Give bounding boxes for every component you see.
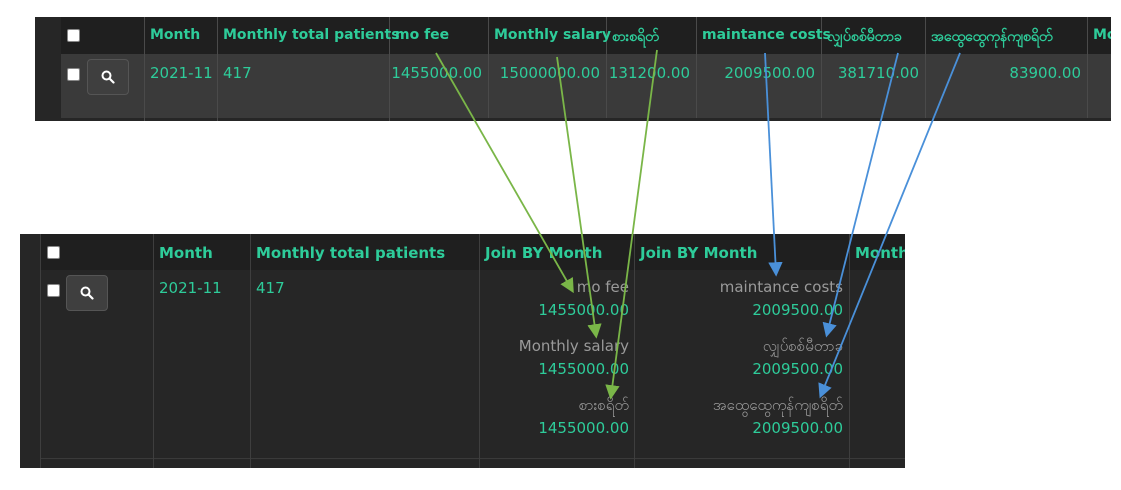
cell-salary: 15000000.00 (489, 54, 607, 118)
join1-label-salary: Monthly salary (518, 337, 629, 355)
header-food[interactable]: စားစရိတ် (612, 27, 659, 48)
cell-mo-fee: 1455000.00 (390, 54, 489, 118)
value-salary: 15000000.00 (499, 64, 600, 82)
search-icon (101, 70, 115, 84)
select-all-checkbox[interactable] (67, 29, 80, 42)
header-salary[interactable]: Monthly salary (494, 27, 611, 43)
header-month[interactable]: Month (150, 27, 200, 43)
join2-value-general: 2009500.00 (752, 419, 843, 437)
b-header-month[interactable]: Month (159, 244, 213, 262)
top-table-row-2: 0000-00 0 (61, 118, 1111, 121)
bottom-table-screenshot: Month Monthly total patients Join BY Mon… (20, 234, 905, 468)
join2-label-electric: လျှပ်စစ်မီတာခ (762, 337, 843, 355)
b-row-checkbox[interactable] (47, 284, 60, 297)
header-general[interactable]: အထွေထွေကုန်ကျစရိတ် (931, 27, 1053, 48)
header-extra[interactable]: Mo (1093, 27, 1111, 43)
row-checkbox[interactable] (67, 68, 80, 81)
cell-patients-2: 0 (218, 118, 390, 121)
header-electric-cell: လျှပ်စစ်မီတာခ (822, 17, 926, 54)
b-header-patients[interactable]: Monthly total patients (256, 244, 445, 262)
cell-patients: 417 (218, 54, 390, 118)
cell-food: 131200.00 (607, 54, 697, 118)
bottom-table-row: 2021-11 417 mo fee 1455000.00 Monthly sa… (40, 270, 905, 458)
value-patients: 417 (223, 64, 252, 82)
join1-value-mo-fee: 1455000.00 (538, 301, 629, 319)
b-value-month: 2021-11 (159, 279, 222, 297)
join1-value-food: 1455000.00 (538, 419, 629, 437)
value-month: 2021-11 (150, 64, 213, 82)
col-divider (634, 234, 635, 468)
col-divider (153, 234, 154, 468)
row-select-cell (61, 54, 145, 118)
header-select-cell (61, 17, 145, 54)
join1-label-food: စားစရိတ် (578, 396, 629, 414)
b-search-button[interactable] (66, 275, 108, 311)
cell-maintenance: 2009500.00 (697, 54, 822, 118)
value-food: 131200.00 (608, 64, 690, 82)
cell-general: 83900.00 (926, 54, 1088, 118)
join1-label-mo-fee: mo fee (576, 278, 629, 296)
header-mo-fee[interactable]: mo fee (395, 27, 449, 43)
join2-value-electric: 2009500.00 (752, 360, 843, 378)
cell-extra: 8 (1088, 54, 1111, 118)
header-electric[interactable]: လျှပ်စစ်မီတာခ (827, 27, 902, 48)
col-divider (250, 234, 251, 468)
b-header-extra[interactable]: Monthl (855, 244, 905, 262)
header-maintenance[interactable]: maintance costs (702, 27, 831, 43)
value-general: 83900.00 (1009, 64, 1081, 82)
cell-electric: 381710.00 (822, 54, 926, 118)
top-table-screenshot: Month Monthly total patients mo fee Mont… (35, 17, 1111, 121)
value-maintenance: 2009500.00 (724, 64, 815, 82)
search-icon (80, 286, 94, 300)
header-maintenance-cell: maintance costs (697, 17, 831, 54)
header-month-cell: Month (145, 17, 218, 54)
header-food-cell: စားစရိတ် (607, 17, 697, 54)
top-table-header: Month Monthly total patients mo fee Mont… (61, 17, 1111, 55)
join1-value-salary: 1455000.00 (538, 360, 629, 378)
join2-label-general: အထွေထွေကုန်ကျစရိတ် (712, 396, 843, 414)
col-divider (40, 234, 41, 468)
join2-value-maintenance: 2009500.00 (752, 301, 843, 319)
search-button[interactable] (87, 59, 129, 95)
header-salary-cell: Monthly salary (489, 17, 611, 54)
value-electric: 381710.00 (837, 64, 919, 82)
header-patients-cell: Monthly total patients (218, 17, 400, 54)
top-table-row: 2021-11 417 1455000.00 15000000.00 13120… (61, 54, 1111, 118)
header-patients[interactable]: Monthly total patients (223, 27, 400, 43)
header-mo-fee-cell: mo fee (390, 17, 489, 54)
header-general-cell: အထွေထွေကုန်ကျစရိတ် (926, 17, 1088, 54)
bottom-table-header: Month Monthly total patients Join BY Mon… (40, 234, 905, 271)
join2-label-maintenance: maintance costs (719, 278, 843, 296)
row2-select-cell (61, 118, 145, 121)
col-divider (479, 234, 480, 468)
select-all-checkbox-2[interactable] (47, 246, 60, 259)
bottom-table-footer (40, 458, 905, 468)
cell-month: 2021-11 (145, 54, 218, 118)
b-header-join-1[interactable]: Join BY Month (485, 244, 602, 262)
col-divider (849, 234, 850, 468)
b-value-patients: 417 (256, 279, 285, 297)
header-extra-cell: Mo (1088, 17, 1111, 54)
b-header-join-2[interactable]: Join BY Month (640, 244, 757, 262)
cell-month-2: 0000-00 (145, 118, 218, 121)
value-mo-fee: 1455000.00 (391, 64, 482, 82)
